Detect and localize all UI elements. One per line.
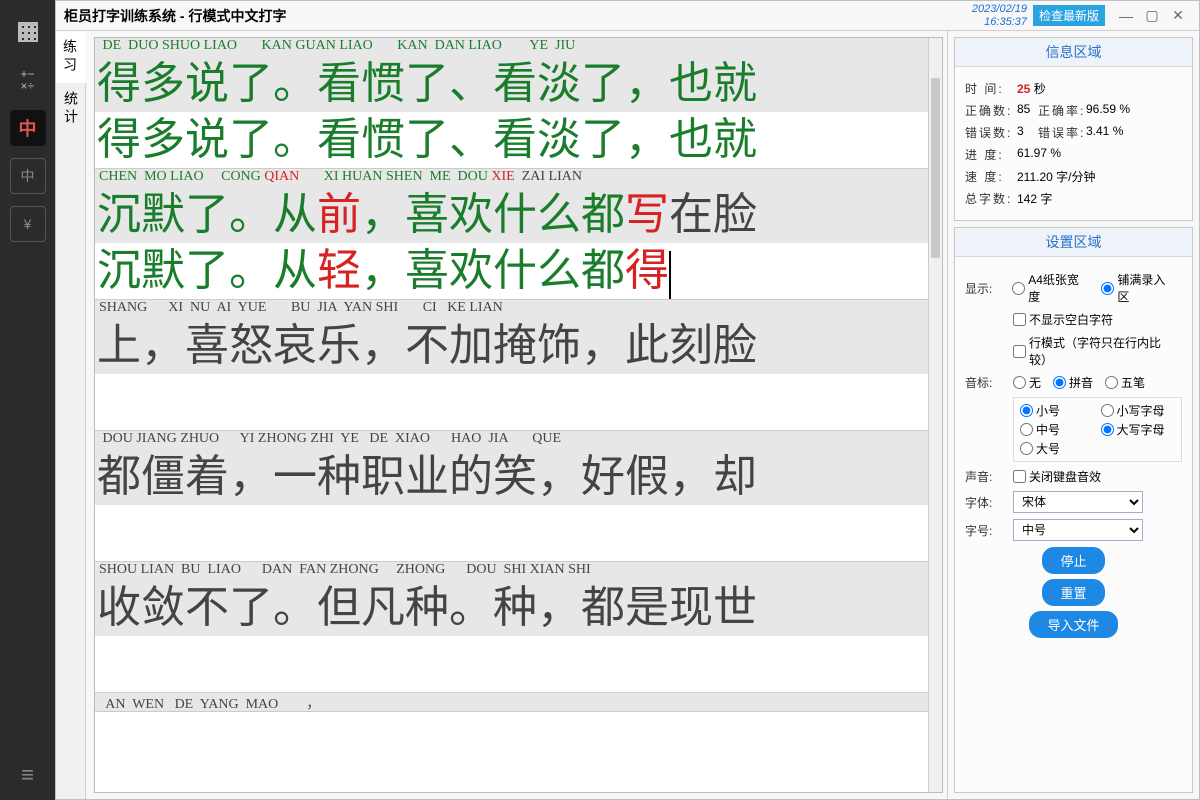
size-medium-radio[interactable]: 中号: [1020, 421, 1089, 438]
tab-practice[interactable]: 练习: [56, 31, 86, 83]
input-text-row[interactable]: [95, 374, 928, 430]
typing-stage: DE DUO SHUO LIAO KAN GUAN LIAO KAN DAN L…: [86, 31, 947, 799]
display-a4-radio[interactable]: A4纸张宽度: [1012, 271, 1089, 305]
rail-menu-icon[interactable]: ≡: [21, 762, 34, 788]
timestamp: 2023/02/19 16:35:37: [972, 3, 1027, 27]
app-rail: +−×÷ 中 中 ¥ ≡: [0, 0, 55, 800]
line-block: AN WEN DE YANG MAO ，: [95, 693, 928, 712]
pinyin-row: CHEN MO LIAO CONG QIAN XI HUAN SHEN ME D…: [95, 169, 928, 187]
info-title: 信息区域: [955, 38, 1192, 67]
settings-title: 设置区域: [955, 228, 1192, 257]
rail-grid-icon[interactable]: [10, 14, 46, 50]
input-text-row[interactable]: 沉默了。从轻，喜欢什么都得: [95, 243, 928, 299]
titlebar: 柜员打字训练系统 - 行模式中文打字 2023/02/19 16:35:37 检…: [56, 1, 1199, 31]
line-block: CHEN MO LIAO CONG QIAN XI HUAN SHEN ME D…: [95, 169, 928, 300]
phonetic-none-radio[interactable]: 无: [1013, 374, 1041, 391]
line-block: SHOU LIAN BU LIAO DAN FAN ZHONG ZHONG DO…: [95, 562, 928, 693]
typing-lines: DE DUO SHUO LIAO KAN GUAN LIAO KAN DAN L…: [95, 38, 928, 792]
pinyin-row: SHANG XI NU AI YUE BU JIA YAN SHI CI KE …: [95, 300, 928, 318]
maximize-button[interactable]: ▢: [1139, 6, 1165, 26]
case-upper-radio[interactable]: 大写字母: [1101, 421, 1170, 438]
app-window: 柜员打字训练系统 - 行模式中文打字 2023/02/19 16:35:37 检…: [55, 0, 1200, 800]
target-text-row: 得多说了。看惯了、看淡了，也就: [95, 56, 928, 112]
check-update-button[interactable]: 检查最新版: [1033, 5, 1105, 26]
pinyin-row: DOU JIANG ZHUO YI ZHONG ZHI YE DE XIAO H…: [95, 431, 928, 449]
font-select[interactable]: 宋体: [1013, 491, 1143, 513]
minimize-button[interactable]: —: [1113, 6, 1139, 26]
target-text-row: 上，喜怒哀乐，不加掩饰，此刻脸: [95, 318, 928, 374]
display-fill-radio[interactable]: 铺满录入区: [1101, 271, 1176, 305]
import-file-button[interactable]: 导入文件: [1029, 611, 1117, 638]
line-block: DE DUO SHUO LIAO KAN GUAN LIAO KAN DAN L…: [95, 38, 928, 169]
scrollbar-thumb[interactable]: [931, 78, 940, 258]
target-text-row: 沉默了。从前，喜欢什么都写在脸: [95, 187, 928, 243]
target-text-row: 收敛不了。但凡种。种，都是现世: [95, 580, 928, 636]
fontsize-select[interactable]: 中号: [1013, 519, 1143, 541]
size-large-radio[interactable]: 大号: [1020, 440, 1089, 457]
target-text-row: 都僵着，一种职业的笑，好假，却: [95, 449, 928, 505]
rail-yen-icon[interactable]: ¥: [10, 206, 46, 242]
size-small-radio[interactable]: 小号: [1020, 402, 1089, 419]
settings-card: 设置区域 显示: A4纸张宽度 铺满录入区 不显示空白字符 行模式（字符只在行内…: [954, 227, 1193, 793]
side-tabs: 练习 统计: [56, 31, 86, 799]
phonetic-subgroup: 小号 小写字母 中号 大写字母 大号: [1013, 397, 1182, 462]
phonetic-pinyin-radio[interactable]: 拼音: [1053, 374, 1093, 391]
hide-blank-checkbox[interactable]: 不显示空白字符: [1013, 311, 1113, 328]
sound-off-checkbox[interactable]: 关闭键盘音效: [1013, 468, 1101, 485]
close-button[interactable]: ✕: [1165, 6, 1191, 26]
line-block: SHANG XI NU AI YUE BU JIA YAN SHI CI KE …: [95, 300, 928, 431]
line-mode-checkbox[interactable]: 行模式（字符只在行内比较）: [1013, 334, 1176, 368]
right-panel: 信息区域 时 间:25 秒 正确数:85正确率:96.59 % 错误数:3错误率…: [947, 31, 1199, 799]
window-title: 柜员打字训练系统 - 行模式中文打字: [64, 6, 286, 26]
info-card: 信息区域 时 间:25 秒 正确数:85正确率:96.59 % 错误数:3错误率…: [954, 37, 1193, 221]
tab-stats[interactable]: 统计: [56, 83, 85, 135]
input-text-row[interactable]: [95, 505, 928, 561]
pinyin-row: AN WEN DE YANG MAO ，: [95, 693, 928, 711]
rail-zh-active-icon[interactable]: 中: [10, 110, 46, 146]
input-text-row[interactable]: 得多说了。看惯了、看淡了，也就: [95, 112, 928, 168]
phonetic-wubi-radio[interactable]: 五笔: [1105, 374, 1145, 391]
rail-apps-icon[interactable]: [10, 254, 46, 290]
scrollbar[interactable]: [928, 38, 942, 792]
reset-button[interactable]: 重置: [1042, 579, 1104, 606]
pinyin-row: DE DUO SHUO LIAO KAN GUAN LIAO KAN DAN L…: [95, 38, 928, 56]
case-lower-radio[interactable]: 小写字母: [1101, 402, 1170, 419]
input-text-row[interactable]: [95, 636, 928, 692]
line-block: DOU JIANG ZHUO YI ZHONG ZHI YE DE XIAO H…: [95, 431, 928, 562]
rail-calc-icon[interactable]: +−×÷: [10, 62, 46, 98]
pinyin-row: SHOU LIAN BU LIAO DAN FAN ZHONG ZHONG DO…: [95, 562, 928, 580]
stop-button[interactable]: 停止: [1042, 547, 1104, 574]
rail-zh-icon[interactable]: 中: [10, 158, 46, 194]
